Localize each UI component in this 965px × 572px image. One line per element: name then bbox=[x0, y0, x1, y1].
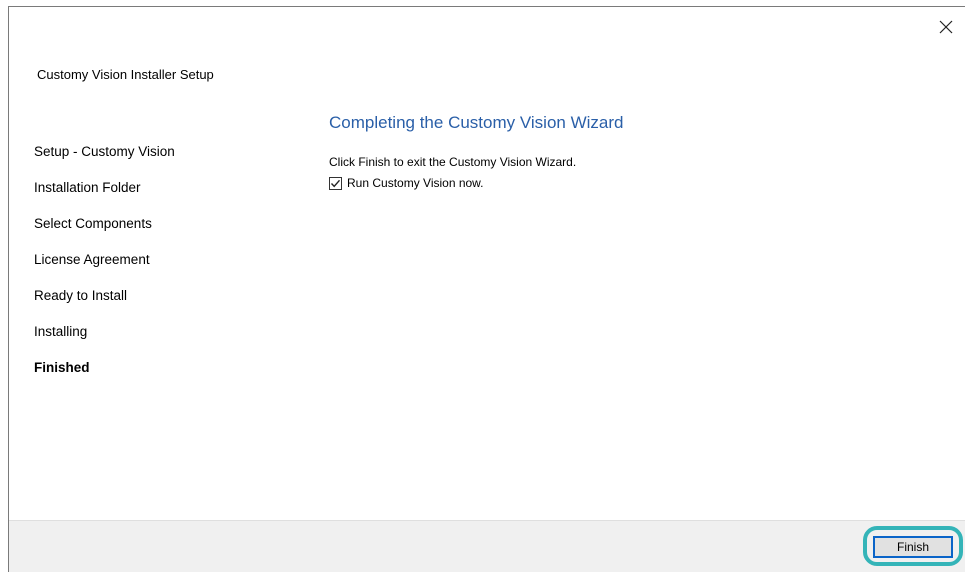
wizard-steps-list: Setup - Customy Vision Installation Fold… bbox=[34, 143, 274, 395]
sidebar-step-installing: Installing bbox=[34, 324, 88, 339]
sidebar-step-license-agreement: License Agreement bbox=[34, 252, 150, 267]
close-button[interactable] bbox=[931, 13, 961, 41]
run-app-checkbox-label: Run Customy Vision now. bbox=[347, 176, 484, 190]
sidebar-step-select-components: Select Components bbox=[34, 216, 152, 231]
sidebar-step-finished: Finished bbox=[34, 360, 90, 375]
installer-window: Customy Vision Installer Setup Setup - C… bbox=[8, 6, 965, 572]
sidebar-step-installation-folder: Installation Folder bbox=[34, 180, 141, 195]
setup-title: Customy Vision Installer Setup bbox=[37, 67, 214, 82]
run-app-checkbox-row[interactable]: Run Customy Vision now. bbox=[329, 176, 929, 190]
finish-button[interactable]: Finish bbox=[873, 536, 953, 558]
finish-description: Click Finish to exit the Customy Vision … bbox=[329, 155, 577, 169]
close-icon bbox=[939, 20, 953, 34]
checkmark-icon bbox=[330, 179, 341, 187]
page-title: Completing the Customy Vision Wizard bbox=[329, 113, 624, 132]
sidebar-step-setup: Setup - Customy Vision bbox=[34, 144, 175, 159]
footer-bar: Finish bbox=[9, 520, 965, 572]
main-content: Completing the Customy Vision Wizard Cli… bbox=[329, 113, 929, 190]
run-app-checkbox[interactable] bbox=[329, 176, 342, 190]
sidebar-step-ready-to-install: Ready to Install bbox=[34, 288, 128, 303]
